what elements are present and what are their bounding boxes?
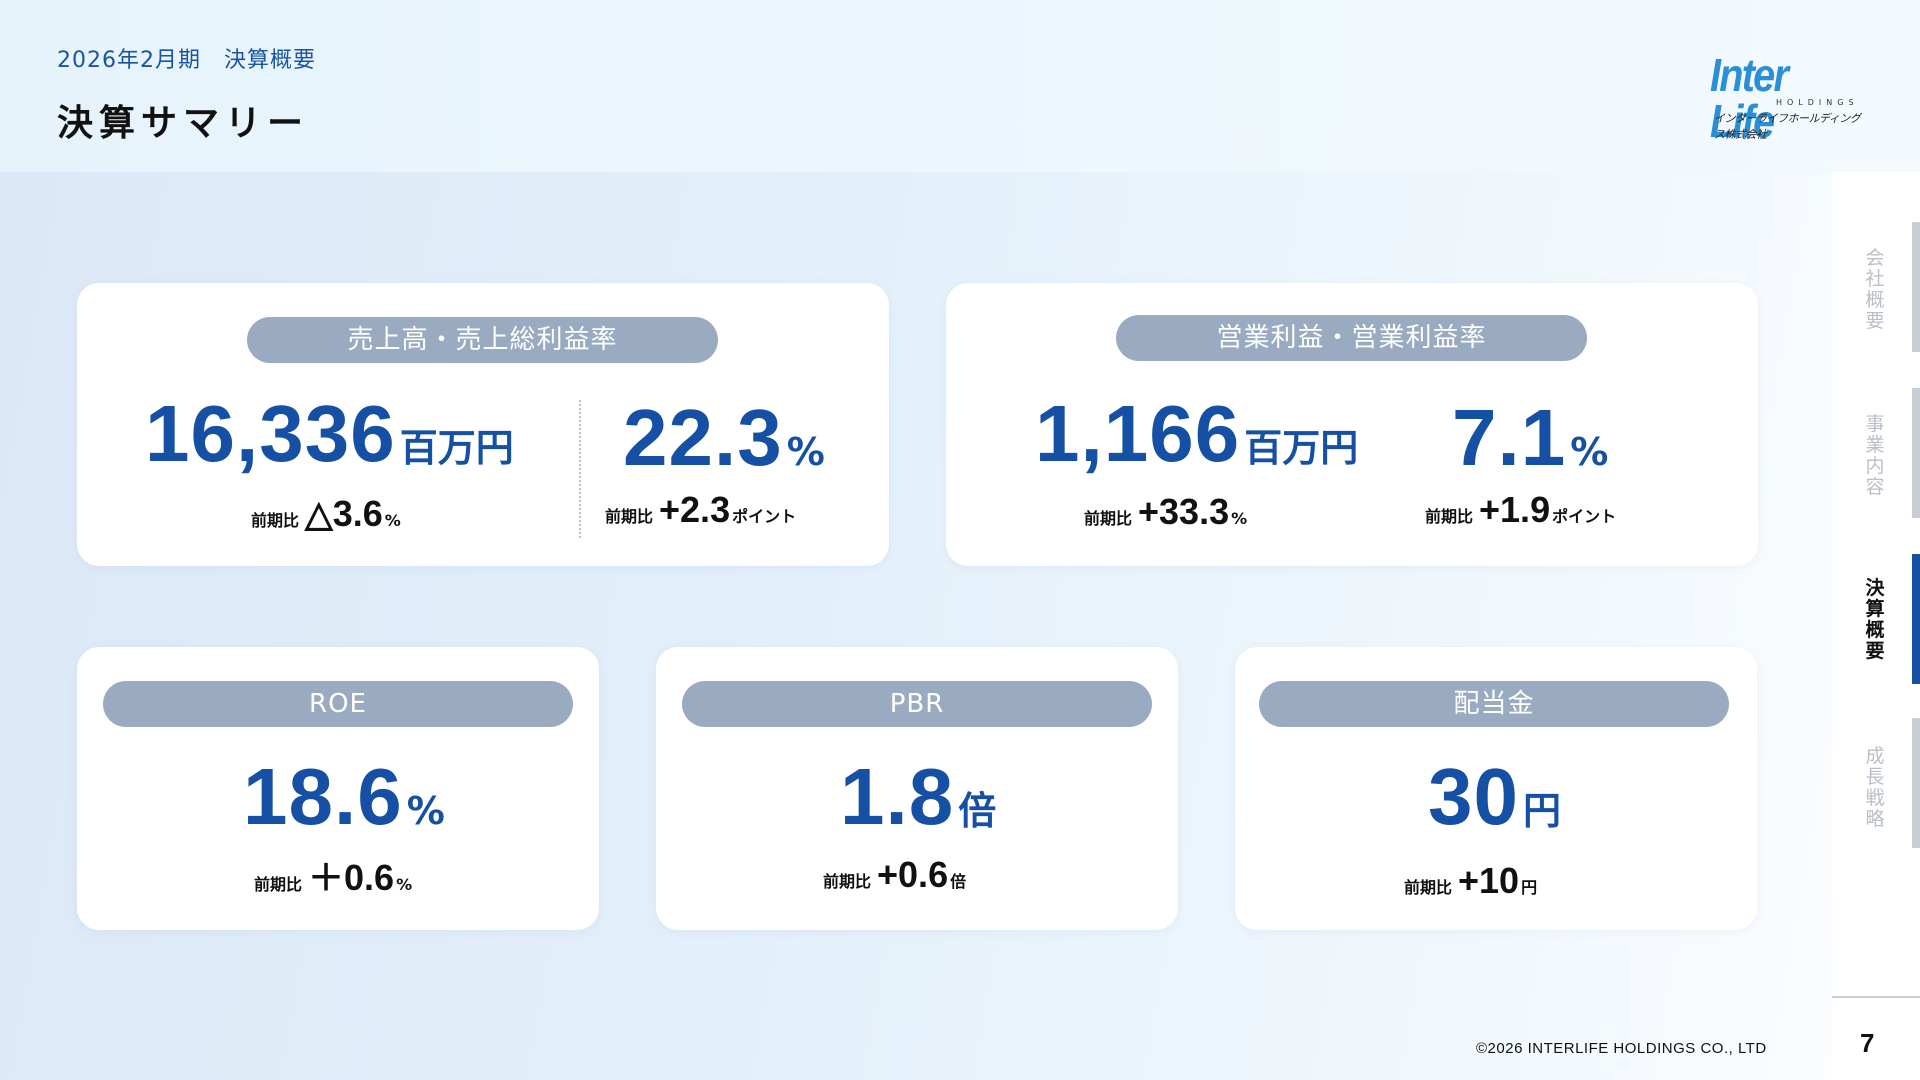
section-kicker: 2026年2月期 決算概要	[57, 48, 316, 73]
copyright-text: ©2026 INTERLIFE HOLDINGS CO., LTD	[1476, 1040, 1767, 1057]
roe-comparison: 前期比 ＋0.6%	[254, 860, 412, 896]
nav-item-growth-strategy[interactable]: 成長戦略	[1832, 718, 1920, 848]
logo-subtitle: HOLDINGS	[1776, 98, 1859, 107]
gross-margin-cmp-unit: ポイント	[732, 507, 797, 526]
nav-indicator-business	[1912, 388, 1920, 518]
gross-margin-unit: %	[786, 430, 825, 474]
gross-margin-number: 22.3	[623, 393, 783, 482]
gross-margin-value: 22.3%	[623, 398, 825, 478]
nav-label-growth-strategy: 成長戦略	[1865, 745, 1885, 830]
nav-item-financial-summary[interactable]: 決算概要	[1832, 554, 1920, 684]
pbr-comparison: 前期比 +0.6 倍	[823, 857, 966, 893]
nav-label-business: 事業内容	[1865, 413, 1885, 498]
pbr-cmp-value: +0.6	[877, 854, 949, 895]
operating-comparison: 前期比 +33.3%	[1084, 494, 1247, 530]
pbr-value-number: 1.8	[840, 752, 955, 841]
section-nav-sidebar: 会社概要 事業内容 決算概要 成長戦略	[1832, 172, 1920, 1080]
nav-item-business[interactable]: 事業内容	[1832, 388, 1920, 518]
pbr-card-label: PBR	[682, 681, 1152, 727]
operating-margin-number: 7.1	[1452, 393, 1567, 482]
operating-margin-comparison: 前期比 +1.9 ポイント	[1425, 492, 1616, 528]
operating-cmp-label: 前期比	[1084, 509, 1133, 528]
sales-comparison: 前期比 △3.6%	[251, 496, 401, 532]
pbr-cmp-unit: 倍	[950, 872, 967, 891]
roe-value: 18.6%	[243, 757, 445, 837]
dividend-value-unit: 円	[1522, 789, 1561, 833]
nav-indicator-financial-summary	[1912, 554, 1920, 684]
dividend-cmp-label: 前期比	[1404, 878, 1453, 897]
pbr-cmp-label: 前期比	[823, 872, 872, 891]
pbr-value: 1.8 倍	[840, 757, 996, 837]
operating-card-label: 営業利益・営業利益率	[1116, 315, 1587, 361]
logo-japanese-name: インターライフホールディングス株式会社	[1714, 112, 1861, 141]
operating-cmp-value: +33.3	[1138, 491, 1230, 532]
operating-margin-cmp-unit: ポイント	[1552, 507, 1617, 526]
dividend-card-label: 配当金	[1259, 681, 1729, 727]
operating-margin-value: 7.1%	[1452, 398, 1608, 478]
dividend-value: 30 円	[1428, 757, 1561, 837]
sales-value-number: 16,336	[145, 389, 396, 478]
operating-margin-cmp-value: +1.9	[1479, 489, 1551, 530]
roe-cmp-unit: %	[396, 875, 413, 894]
operating-cmp-unit: %	[1231, 509, 1248, 528]
sales-value-unit: 百万円	[399, 426, 514, 470]
sales-cmp-label: 前期比	[251, 511, 300, 530]
sales-value: 16,336 百万円	[145, 394, 514, 474]
sales-cmp-value: △3.6	[305, 493, 383, 534]
roe-value-unit: %	[406, 789, 445, 833]
sales-card-divider	[579, 400, 581, 538]
gross-margin-cmp-label: 前期比	[605, 507, 654, 526]
operating-value-number: 1,166	[1035, 389, 1241, 478]
roe-cmp-value: ＋0.6	[308, 857, 395, 898]
page-title: 決算サマリー	[57, 103, 310, 144]
operating-value: 1,166 百万円	[1035, 394, 1358, 474]
operating-value-unit: 百万円	[1244, 426, 1359, 470]
footer-divider	[1832, 996, 1920, 998]
company-logo: Inter Life HOLDINGS インターライフホールディングス株式会社	[1710, 52, 1870, 144]
dividend-cmp-value: +10	[1458, 860, 1520, 901]
gross-margin-cmp-value: +2.3	[659, 489, 731, 530]
sales-cmp-unit: %	[384, 511, 401, 530]
roe-value-number: 18.6	[243, 752, 403, 841]
dividend-comparison: 前期比 +10 円	[1404, 863, 1537, 899]
gross-margin-comparison: 前期比 +2.3 ポイント	[605, 492, 796, 528]
nav-item-company[interactable]: 会社概要	[1832, 222, 1920, 352]
dividend-cmp-unit: 円	[1521, 878, 1538, 897]
page-number: 7	[1860, 1028, 1875, 1058]
nav-label-financial-summary: 決算概要	[1865, 577, 1885, 662]
roe-card-label: ROE	[103, 681, 573, 727]
operating-margin-unit: %	[1570, 430, 1609, 474]
header-band: 2026年2月期 決算概要 決算サマリー Inter Life HOLDINGS…	[0, 0, 1920, 172]
roe-cmp-label: 前期比	[254, 875, 303, 894]
nav-indicator-company	[1912, 222, 1920, 352]
nav-indicator-growth-strategy	[1912, 718, 1920, 848]
pbr-value-unit: 倍	[958, 789, 997, 833]
operating-margin-cmp-label: 前期比	[1425, 507, 1474, 526]
nav-label-company: 会社概要	[1865, 247, 1885, 332]
dividend-value-number: 30	[1428, 752, 1519, 841]
sales-card-label: 売上高・売上総利益率	[247, 317, 718, 363]
